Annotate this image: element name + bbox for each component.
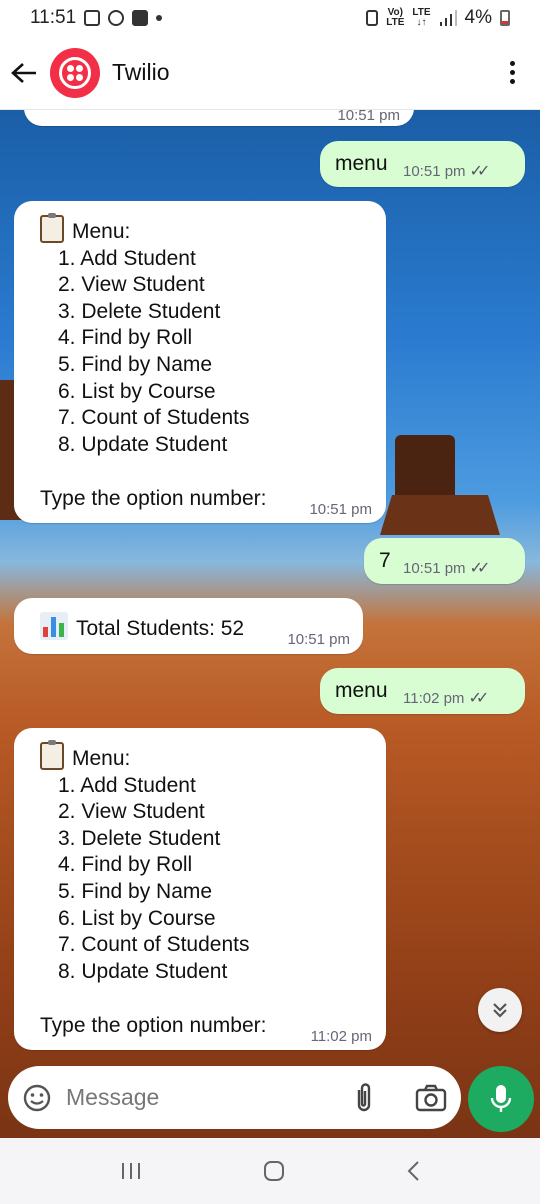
mic-button[interactable] <box>468 1066 534 1132</box>
status-bar: 11:51 Vo) LTE LTE ↓↑ 4% <box>0 0 540 36</box>
menu-title: Menu: <box>40 740 249 773</box>
scroll-to-bottom-button[interactable] <box>478 988 522 1032</box>
menu-item: 6. List by Course <box>58 906 216 930</box>
message-text: 7 <box>379 549 391 572</box>
message-text: menu <box>335 152 388 175</box>
double-check-icon: ✓✓ <box>468 690 489 707</box>
double-check-icon: ✓✓ <box>469 163 491 180</box>
camera-icon[interactable] <box>415 1084 447 1112</box>
menu-item: 8. Update Student <box>58 432 228 456</box>
recent-apps-icon[interactable] <box>120 1161 142 1181</box>
message-bubble-outgoing[interactable]: 7 10:51 pm ✓✓ <box>364 538 525 584</box>
chat-header: Twilio <box>0 36 540 110</box>
message-bubble-partial[interactable]: 10:51 pm <box>24 110 414 126</box>
contact-name[interactable]: Twilio <box>112 59 170 86</box>
message-time: 11:02 pm ✓✓ <box>403 690 489 707</box>
message-time: 11:02 pm <box>310 1028 372 1045</box>
message-composer <box>8 1066 461 1129</box>
menu-item: 7. Count of Students <box>58 933 250 957</box>
arrow-left-icon <box>11 62 36 83</box>
check-circle-icon <box>108 10 125 26</box>
clipboard-icon <box>40 213 64 243</box>
menu-item: 5. Find by Name <box>58 879 213 903</box>
message-text: menu <box>335 679 388 702</box>
signal-icon <box>439 10 457 26</box>
battery-icon <box>500 10 510 26</box>
avatar[interactable] <box>50 47 100 98</box>
menu-title: Menu: <box>40 213 249 246</box>
back-button[interactable] <box>10 59 38 87</box>
mic-icon <box>490 1085 512 1112</box>
menu-item: 1. Add Student <box>58 773 196 797</box>
home-icon[interactable] <box>263 1160 285 1182</box>
more-options-button[interactable] <box>500 58 524 88</box>
message-time: 10:51 pm ✓✓ <box>403 560 491 577</box>
menu-item: 6. List by Course <box>58 379 216 403</box>
paperclip-icon[interactable] <box>351 1082 377 1114</box>
back-nav-icon[interactable] <box>406 1160 420 1182</box>
menu-item: 5. Find by Name <box>58 352 213 376</box>
message-time: 10:51 pm ✓✓ <box>403 163 491 180</box>
menu-item: 2. View Student <box>58 273 205 297</box>
message-text: Total Students: 52 <box>40 612 244 641</box>
message-time: 10:51 pm <box>337 110 400 124</box>
menu-footer: Type the option number: <box>40 487 267 510</box>
battery-percent: 4% <box>464 7 492 28</box>
checkbox-icon <box>132 10 149 26</box>
chat-area[interactable]: 10:51 pm menu 10:51 pm ✓✓ Menu: 1. Add St… <box>0 110 540 1138</box>
double-check-icon: ✓✓ <box>469 560 491 577</box>
lte-icon: LTE ↓↑ <box>412 7 431 28</box>
wallpaper-butte <box>395 435 455 505</box>
volte-icon: Vo) LTE <box>386 7 405 28</box>
menu-footer: Type the option number: <box>40 1014 267 1037</box>
message-bubble-incoming[interactable]: Total Students: 52 10:51 pm <box>14 598 363 654</box>
message-time: 10:51 pm <box>287 631 350 648</box>
menu-item: 8. Update Student <box>58 959 228 983</box>
bar-chart-icon <box>40 612 68 640</box>
wallpaper-butte <box>380 495 500 535</box>
status-time: 11:51 <box>30 7 77 28</box>
clipboard-icon <box>40 740 64 770</box>
data-saver-icon <box>366 10 379 26</box>
message-bubble-outgoing[interactable]: menu 11:02 pm ✓✓ <box>320 668 525 714</box>
message-bubble-incoming[interactable]: Menu: 1. Add Student 2. View Student 3. … <box>14 728 386 1050</box>
message-input[interactable] <box>66 1084 336 1111</box>
menu-item: 4. Find by Roll <box>58 326 193 350</box>
menu-item: 3. Delete Student <box>58 826 221 850</box>
gallery-icon <box>84 10 101 26</box>
menu-item: 4. Find by Roll <box>58 853 193 877</box>
notification-dot-icon <box>156 15 163 21</box>
menu-item: 7. Count of Students <box>58 406 250 430</box>
menu-item: 2. View Student <box>58 800 205 824</box>
menu-item: 1. Add Student <box>58 246 196 270</box>
message-bubble-outgoing[interactable]: menu 10:51 pm ✓✓ <box>320 141 525 187</box>
chevron-double-down-icon <box>493 1003 507 1018</box>
sticker-icon[interactable] <box>22 1083 52 1113</box>
system-nav-bar <box>0 1138 540 1204</box>
message-bubble-incoming[interactable]: Menu: 1. Add Student 2. View Student 3. … <box>14 201 386 523</box>
message-time: 10:51 pm <box>309 501 372 518</box>
menu-item: 3. Delete Student <box>58 299 221 323</box>
